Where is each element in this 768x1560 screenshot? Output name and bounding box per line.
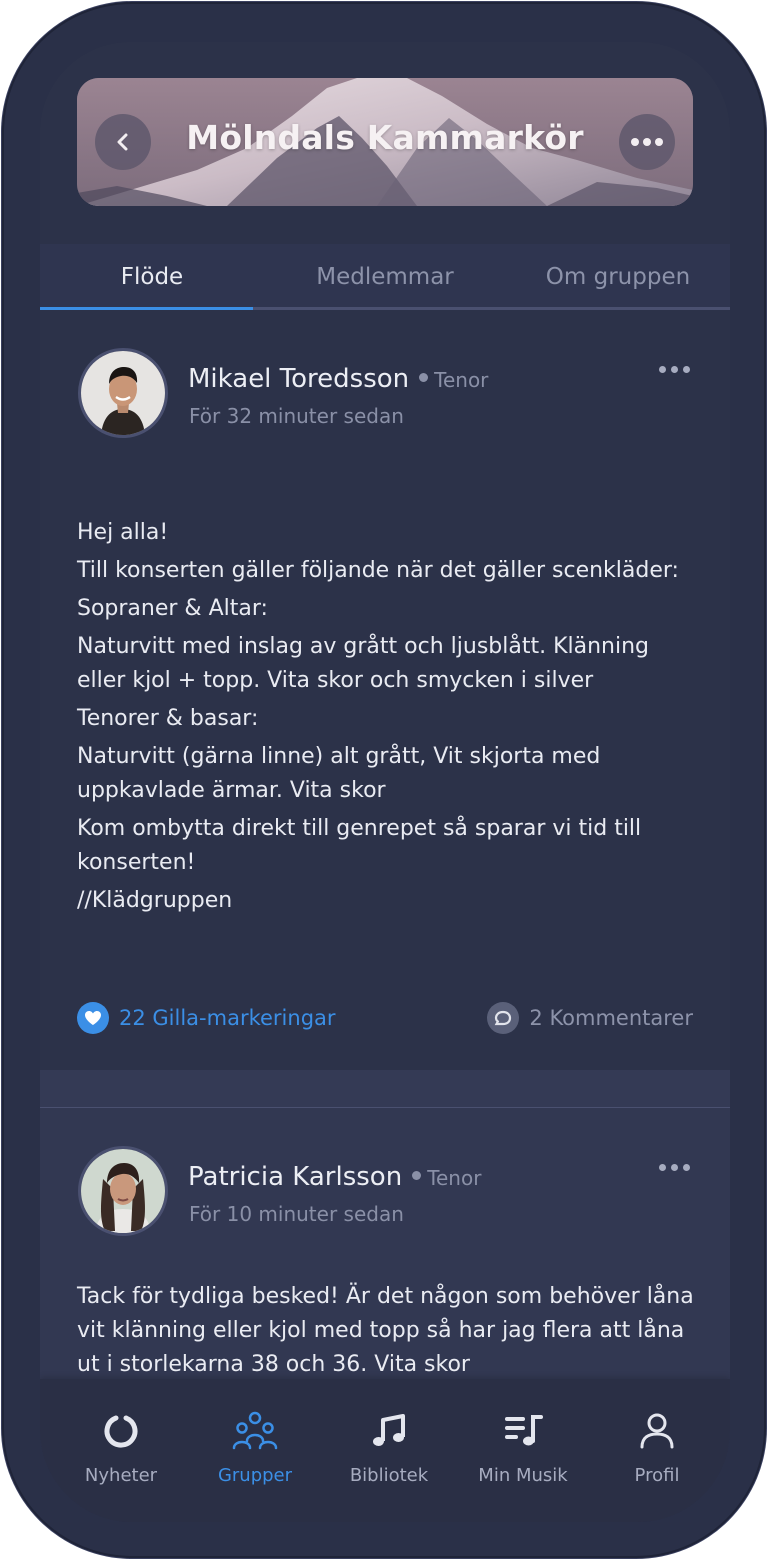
nav-label: Profil bbox=[634, 1465, 680, 1486]
post-timestamp: För 32 minuter sedan bbox=[189, 404, 404, 428]
post-line: Tenorer & basar: bbox=[77, 706, 259, 731]
post-more-button[interactable] bbox=[659, 1164, 690, 1171]
dot bbox=[659, 366, 666, 373]
likes-button[interactable]: 22 Gilla-markeringar bbox=[77, 1002, 336, 1034]
groups-icon bbox=[190, 1409, 320, 1453]
more-horizontal-icon bbox=[631, 138, 663, 146]
music-note-icon bbox=[324, 1409, 454, 1453]
post-line: Till konserten gäller följande när det g… bbox=[77, 558, 679, 583]
news-ring-icon bbox=[56, 1409, 186, 1453]
post-more-button[interactable] bbox=[659, 366, 690, 373]
author-name: Mikael Toredsson bbox=[188, 364, 410, 394]
comments-count: 2 Kommentarer bbox=[529, 1006, 693, 1030]
post-timestamp: För 10 minuter sedan bbox=[189, 1202, 404, 1226]
nav-library[interactable]: Bibliotek bbox=[324, 1409, 454, 1486]
post-line: Sopraner & Altar: bbox=[77, 596, 268, 621]
nav-news[interactable]: Nyheter bbox=[56, 1409, 186, 1486]
author-name: Patricia Karlsson bbox=[188, 1162, 403, 1192]
post-body: Tack för tydliga besked! Är det någon so… bbox=[77, 1280, 697, 1382]
avatar-image bbox=[81, 351, 165, 435]
nav-label: Grupper bbox=[217, 1465, 293, 1486]
post-author[interactable]: Mikael Toredsson Tenor bbox=[188, 364, 488, 394]
heart-icon bbox=[77, 1002, 109, 1034]
profile-icon bbox=[592, 1409, 722, 1453]
tab-about[interactable]: Om gruppen bbox=[506, 264, 730, 290]
avatar[interactable] bbox=[78, 1146, 168, 1236]
post-line: Naturvitt (gärna linne) alt grått, Vit s… bbox=[77, 744, 601, 803]
dot bbox=[683, 366, 690, 373]
post-line: Tack för tydliga besked! Är det någon so… bbox=[77, 1284, 694, 1377]
comments-button[interactable]: 2 Kommentarer bbox=[487, 1002, 693, 1034]
group-banner: Mölndals Kammarkör bbox=[77, 78, 693, 206]
phone-frame: Mölndals Kammarkör Flöde Medlemmar Om gr… bbox=[2, 2, 766, 1558]
group-more-button[interactable] bbox=[619, 114, 675, 170]
nav-my-music[interactable]: Min Musik bbox=[458, 1409, 588, 1486]
dot bbox=[683, 1164, 690, 1171]
author-role: Tenor bbox=[427, 1166, 482, 1190]
post-line: Naturvitt med inslag av grått och ljusbl… bbox=[77, 634, 649, 693]
dot bbox=[671, 366, 678, 373]
tab-feed[interactable]: Flöde bbox=[40, 264, 264, 290]
nav-label: Bibliotek bbox=[349, 1465, 429, 1486]
bottom-navigation: Nyheter Grupper Bibliotek Min Musik Prof… bbox=[40, 1379, 730, 1522]
separator-dot bbox=[419, 373, 429, 382]
nav-profile[interactable]: Profil bbox=[592, 1409, 722, 1486]
likes-count: 22 Gilla-markeringar bbox=[119, 1006, 336, 1030]
nav-label: Nyheter bbox=[84, 1465, 158, 1486]
post-line: Hej alla! bbox=[77, 520, 169, 545]
comment-bubble-icon bbox=[487, 1002, 520, 1034]
post-line: Kom ombytta direkt till genrepet så spar… bbox=[77, 816, 642, 875]
tab-members[interactable]: Medlemmar bbox=[264, 264, 506, 290]
nav-groups[interactable]: Grupper bbox=[190, 1409, 320, 1486]
post-separator bbox=[40, 1070, 730, 1108]
app-screen: Mölndals Kammarkör Flöde Medlemmar Om gr… bbox=[40, 42, 730, 1522]
group-title: Mölndals Kammarkör bbox=[186, 118, 584, 157]
avatar-image bbox=[81, 1149, 165, 1233]
avatar[interactable] bbox=[78, 348, 168, 438]
separator-dot bbox=[412, 1171, 422, 1180]
post-author[interactable]: Patricia Karlsson Tenor bbox=[188, 1162, 481, 1192]
nav-label: Min Musik bbox=[478, 1465, 568, 1486]
post-body: Hej alla! Till konserten gäller följande… bbox=[77, 516, 697, 918]
dot bbox=[671, 1164, 678, 1171]
post-line: //Klädgruppen bbox=[77, 888, 233, 913]
dot bbox=[659, 1164, 666, 1171]
group-tabs: Flöde Medlemmar Om gruppen bbox=[40, 244, 730, 310]
group-header: Mölndals Kammarkör bbox=[40, 42, 730, 244]
author-role: Tenor bbox=[434, 368, 489, 392]
playlist-icon bbox=[458, 1409, 588, 1453]
feed-post: Mikael Toredsson Tenor För 32 minuter sed… bbox=[40, 310, 730, 1070]
